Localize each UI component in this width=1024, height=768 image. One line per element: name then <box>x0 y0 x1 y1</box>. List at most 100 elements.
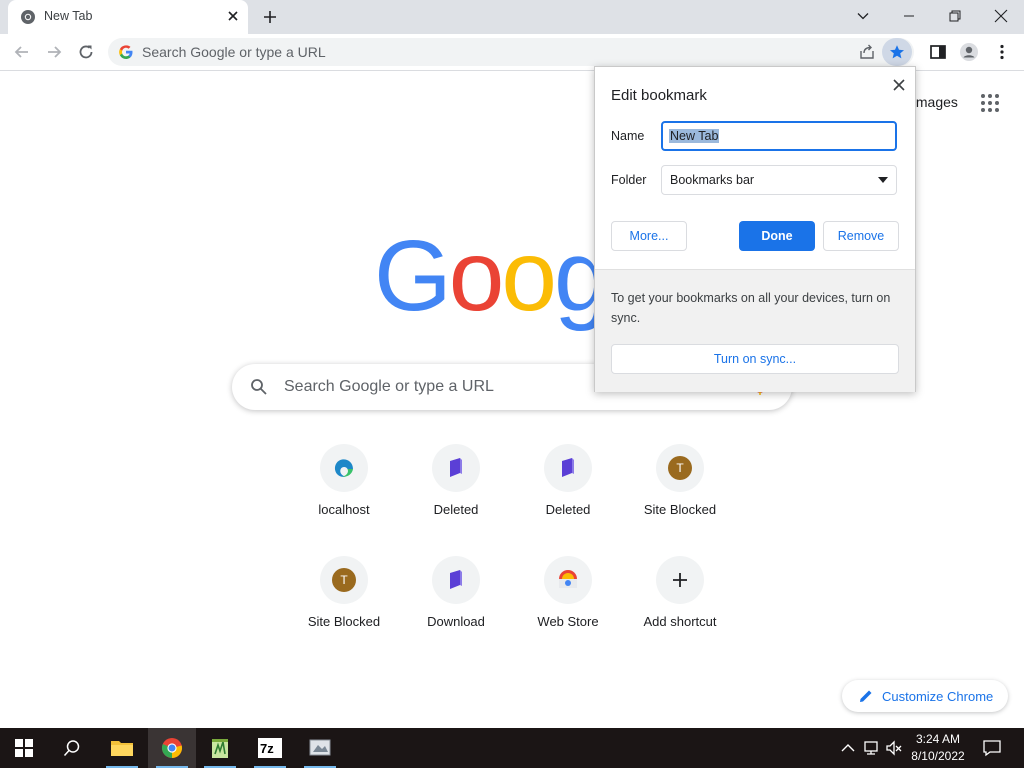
google-logo: Goog <box>374 226 610 326</box>
shortcut-icon-bg <box>656 556 704 604</box>
shortcut-label: Add shortcut <box>643 614 717 629</box>
shortcut-tile[interactable]: Web Store <box>512 556 624 656</box>
shortcut-tile[interactable]: T Site Blocked <box>288 556 400 656</box>
minimize-button[interactable] <box>886 0 932 32</box>
windows-logo-icon <box>15 739 33 757</box>
logo-letter-g1: G <box>374 220 452 332</box>
clock-date: 8/10/2022 <box>911 749 965 763</box>
shortcut-tile[interactable]: Deleted <box>400 444 512 544</box>
shortcut-icon-bg <box>544 444 592 492</box>
google-g-icon <box>119 45 133 59</box>
title-bar: New Tab <box>0 0 1024 34</box>
edge-icon <box>334 459 353 477</box>
shortcut-label: Deleted <box>433 502 479 517</box>
notepad-icon <box>212 739 228 758</box>
folder-value: Bookmarks bar <box>670 173 755 187</box>
close-window-button[interactable] <box>978 0 1024 32</box>
pencil-icon <box>860 690 872 702</box>
google-apps-icon[interactable] <box>980 93 1000 113</box>
folder-label: Folder <box>611 173 647 187</box>
bookmark-name-value[interactable]: New Tab <box>669 129 720 143</box>
sync-promo: To get your bookmarks on all your device… <box>595 269 915 392</box>
remove-button[interactable]: Remove <box>823 221 899 251</box>
taskbar-7zip[interactable]: 7z <box>246 728 294 768</box>
new-tab-icon[interactable] <box>260 7 280 27</box>
shortcut-icon-bg <box>320 444 368 492</box>
search-icon <box>251 379 267 395</box>
search-icon <box>63 740 80 757</box>
shortcut-icon-bg <box>432 444 480 492</box>
shortcut-icon-bg: T <box>320 556 368 604</box>
back-arrow-icon[interactable] <box>12 42 32 62</box>
shortcut-label: Download <box>427 614 485 629</box>
tab-search-button[interactable] <box>840 0 886 32</box>
customize-chrome-button[interactable]: Customize Chrome <box>842 680 1008 712</box>
shortcut-tile[interactable]: Download <box>400 556 512 656</box>
purple-shield-icon <box>450 570 462 589</box>
shortcut-label: Deleted <box>545 502 591 517</box>
folder-icon <box>111 741 133 756</box>
close-icon <box>994 9 1008 23</box>
taskbar-clock[interactable]: 3:24 AM 8/10/2022 <box>900 731 976 765</box>
done-button[interactable]: Done <box>739 221 815 251</box>
shortcut-tile[interactable]: Deleted <box>512 444 624 544</box>
letter-avatar: T <box>332 568 356 592</box>
shortcut-label: Web Store <box>537 614 599 629</box>
chevron-down-icon <box>857 13 869 20</box>
shortcut-icon-bg <box>544 556 592 604</box>
sync-promo-text: To get your bookmarks on all your device… <box>611 291 891 325</box>
side-panel-icon[interactable] <box>928 42 948 62</box>
tab-new-tab[interactable]: New Tab <box>8 0 248 34</box>
taskbar-search-button[interactable] <box>48 728 96 768</box>
profile-avatar-icon[interactable] <box>959 42 979 62</box>
logo-letter-o2: o <box>501 220 557 332</box>
7zip-icon: 7z <box>258 738 282 758</box>
close-icon[interactable] <box>889 75 909 95</box>
shortcut-tile[interactable]: T Site Blocked <box>624 444 736 544</box>
shortcut-label: Site Blocked <box>643 502 717 517</box>
more-button[interactable]: More... <box>611 221 687 251</box>
network-icon[interactable] <box>862 738 882 758</box>
omnibox[interactable]: Search Google or type a URL <box>108 38 914 66</box>
minimize-icon <box>904 15 914 17</box>
chrome-icon <box>21 10 35 24</box>
purple-shield-icon <box>562 458 574 477</box>
caret-down-icon <box>878 177 888 183</box>
bookmark-star-button[interactable] <box>882 38 912 66</box>
taskbar-notepad-plus[interactable] <box>196 728 244 768</box>
forward-arrow-icon[interactable] <box>44 42 64 62</box>
taskbar-chrome[interactable] <box>148 728 196 768</box>
windows-taskbar: 7z 3:24 AM 8/10/2022 <box>0 728 1024 768</box>
add-shortcut-button[interactable]: Add shortcut <box>624 556 736 656</box>
turn-on-sync-button[interactable]: Turn on sync... <box>611 344 899 374</box>
dialog-title: Edit bookmark <box>611 87 707 104</box>
images-link[interactable]: Images <box>912 94 958 110</box>
reload-icon[interactable] <box>76 42 96 62</box>
taskbar-app[interactable] <box>296 728 344 768</box>
svg-text:7z: 7z <box>260 741 274 756</box>
plus-icon <box>673 573 687 587</box>
notifications-icon[interactable] <box>982 738 1002 758</box>
shortcut-label: Site Blocked <box>307 614 381 629</box>
share-icon[interactable] <box>858 43 876 61</box>
ntp-search-placeholder: Search Google or type a URL <box>284 378 494 395</box>
restore-button[interactable] <box>932 0 978 32</box>
start-button[interactable] <box>0 728 48 768</box>
purple-shield-icon <box>450 458 462 477</box>
omnibox-placeholder: Search Google or type a URL <box>142 44 326 60</box>
close-tab-icon[interactable] <box>224 7 242 25</box>
letter-avatar: T <box>668 456 692 480</box>
logo-letter-o1: o <box>448 220 505 332</box>
customize-chrome-label: Customize Chrome <box>882 689 994 704</box>
app-window-icon <box>309 739 331 756</box>
shortcut-tile[interactable]: localhost <box>288 444 400 544</box>
restore-icon <box>949 10 961 22</box>
clock-time: 3:24 AM <box>915 732 961 746</box>
web-store-icon <box>559 570 577 588</box>
kebab-menu-icon[interactable] <box>992 42 1012 62</box>
chevron-up-icon[interactable] <box>838 738 858 758</box>
taskbar-file-explorer[interactable] <box>98 728 146 768</box>
star-icon <box>890 45 904 59</box>
tab-title: New Tab <box>44 9 93 23</box>
folder-select[interactable]: Bookmarks bar <box>661 165 897 195</box>
